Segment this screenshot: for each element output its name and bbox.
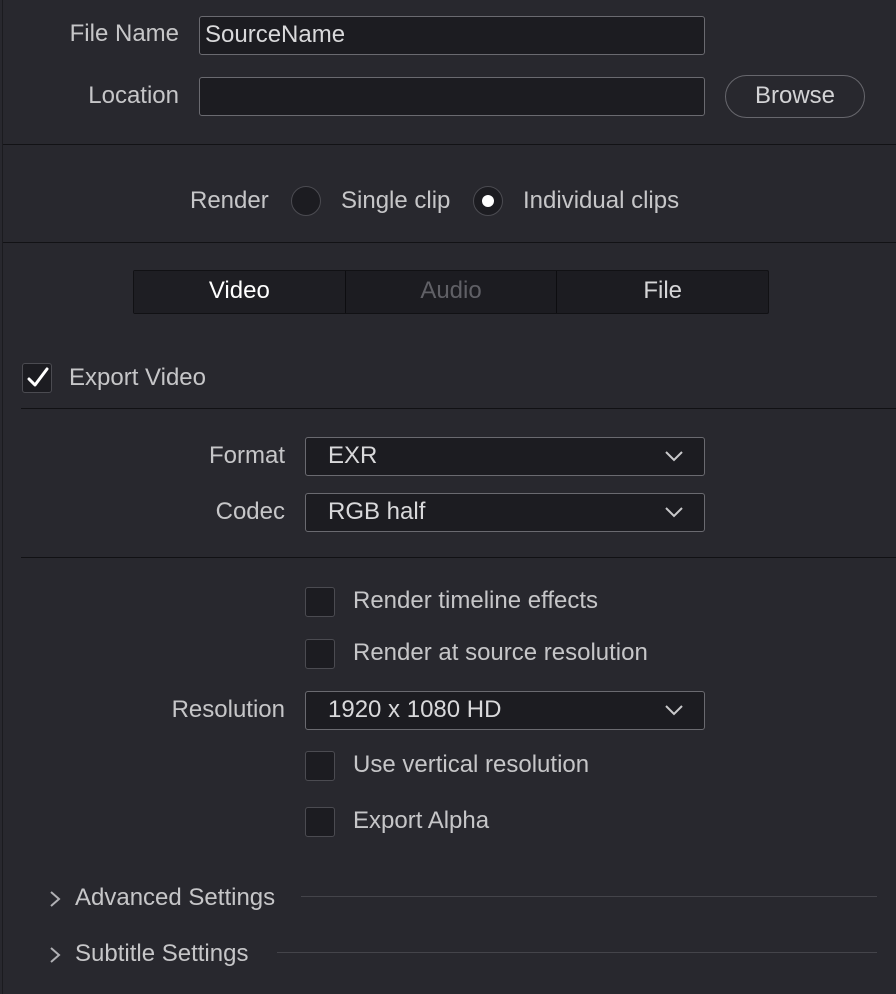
render-settings-panel: File Name SourceName Location Browse Ren… [2, 0, 896, 994]
file-name-input[interactable]: SourceName [199, 16, 705, 55]
export-video-checkbox[interactable] [22, 363, 52, 393]
export-alpha-label[interactable]: Export Alpha [353, 807, 489, 835]
format-value: EXR [328, 442, 378, 469]
single-clip-radio[interactable] [291, 186, 321, 216]
use-vertical-resolution-checkbox[interactable] [305, 751, 335, 781]
divider [21, 557, 896, 558]
format-dropdown[interactable]: EXR [305, 437, 705, 476]
browse-button[interactable]: Browse [725, 75, 865, 118]
render-label: Render [190, 187, 269, 214]
individual-clips-radio[interactable] [473, 186, 503, 216]
resolution-value: 1920 x 1080 HD [328, 696, 502, 723]
render-timeline-effects-label[interactable]: Render timeline effects [353, 587, 598, 615]
format-label: Format [208, 442, 285, 469]
chevron-down-icon [665, 705, 683, 716]
chevron-right-icon [50, 891, 61, 907]
divider [277, 952, 877, 953]
location-input[interactable] [199, 77, 705, 116]
divider [3, 144, 896, 145]
export-alpha-checkbox[interactable] [305, 807, 335, 837]
tab-audio[interactable]: Audio [346, 271, 558, 313]
render-source-resolution-label[interactable]: Render at source resolution [353, 639, 648, 667]
export-video-label[interactable]: Export Video [69, 364, 206, 392]
settings-tabs: Video Audio File [133, 270, 769, 314]
chevron-down-icon [665, 451, 683, 462]
codec-label: Codec [215, 498, 285, 525]
use-vertical-resolution-label[interactable]: Use vertical resolution [353, 751, 589, 779]
individual-clips-label[interactable]: Individual clips [523, 187, 679, 215]
tab-video[interactable]: Video [134, 271, 346, 313]
checkmark-icon [27, 367, 49, 387]
resolution-label: Resolution [171, 696, 285, 723]
divider [301, 896, 877, 897]
chevron-right-icon [50, 947, 61, 963]
render-timeline-effects-checkbox[interactable] [305, 587, 335, 617]
divider [21, 408, 896, 409]
divider [3, 242, 896, 243]
advanced-settings-label: Advanced Settings [75, 884, 276, 911]
codec-dropdown[interactable]: RGB half [305, 493, 705, 532]
location-label: Location [88, 82, 179, 109]
single-clip-label[interactable]: Single clip [341, 187, 450, 215]
tab-file[interactable]: File [557, 271, 768, 313]
codec-value: RGB half [328, 498, 426, 525]
resolution-dropdown[interactable]: 1920 x 1080 HD [305, 691, 705, 730]
file-name-label: File Name [69, 20, 179, 47]
render-source-resolution-checkbox[interactable] [305, 639, 335, 669]
subtitle-settings-label: Subtitle Settings [75, 940, 249, 967]
chevron-down-icon [665, 507, 683, 518]
